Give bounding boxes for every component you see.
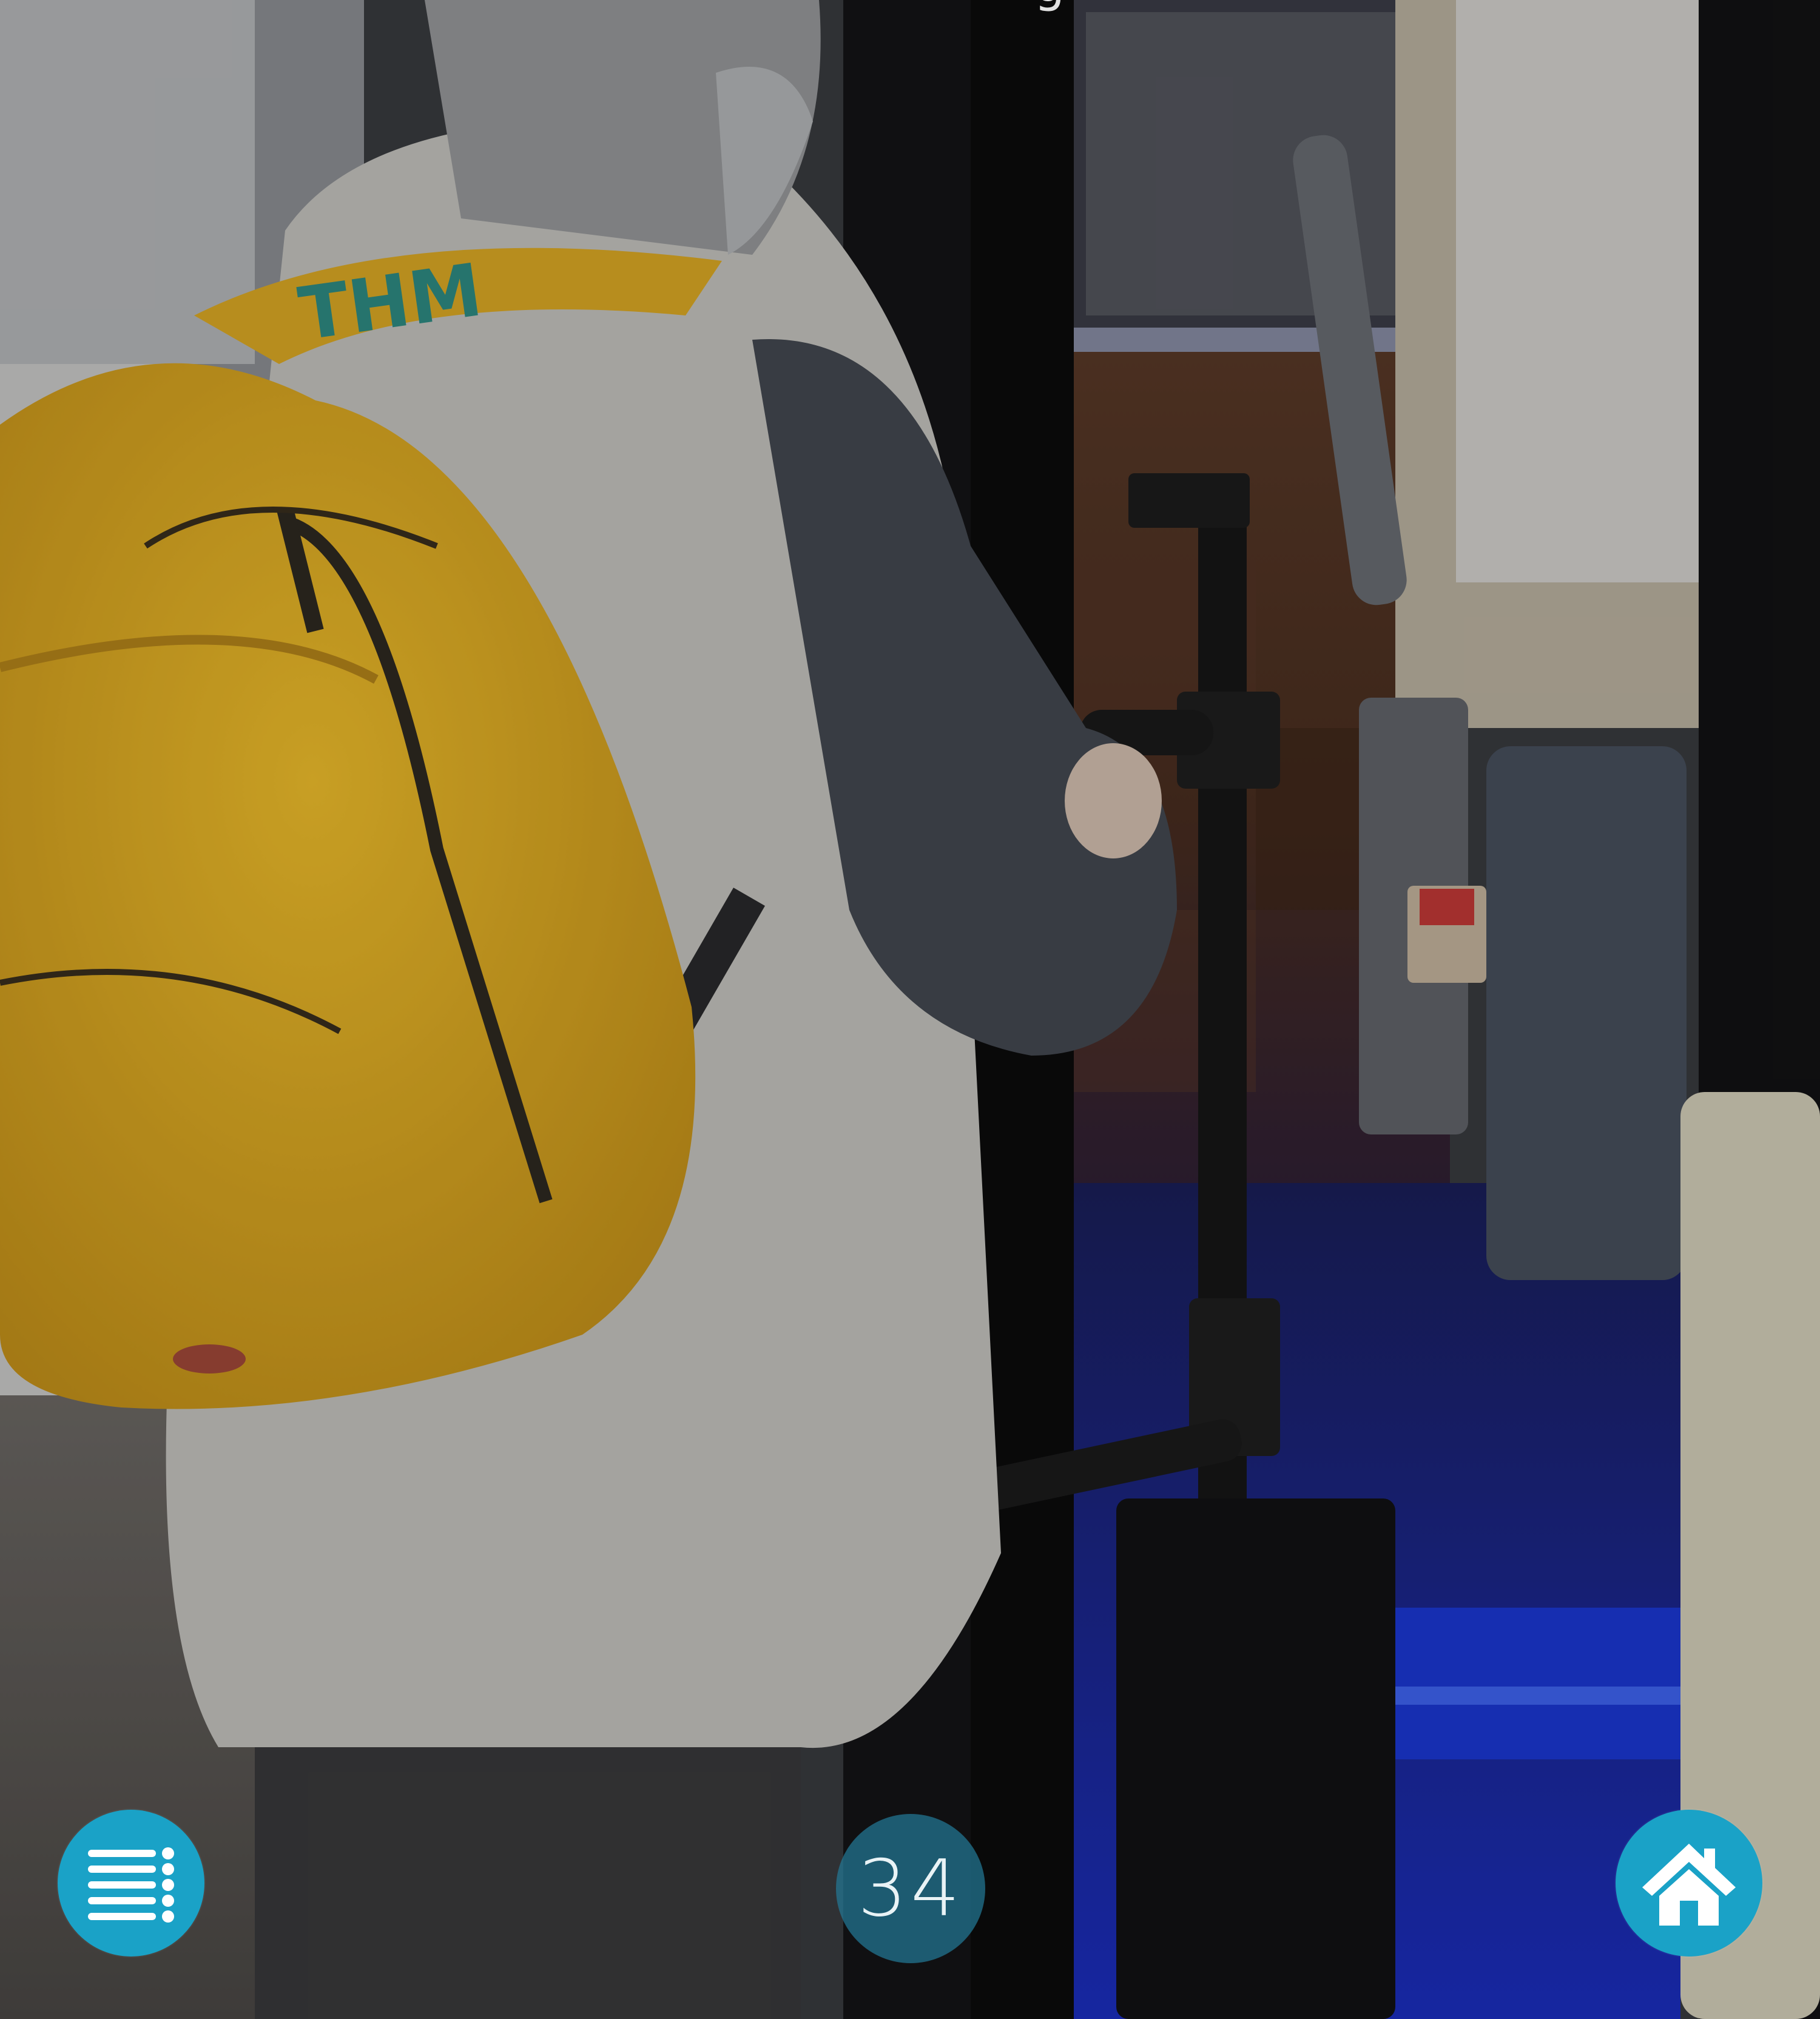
image-dim-overlay [0, 0, 1820, 2019]
page-number: 34 [857, 1843, 964, 1934]
page-title-fragment: g [1001, 0, 1098, 9]
page-number-badge: 34 [836, 1814, 985, 1963]
list-menu-icon [88, 1847, 174, 1923]
home-button[interactable] [1616, 1810, 1762, 1957]
home-icon [1642, 1844, 1736, 1926]
menu-button[interactable] [58, 1810, 204, 1957]
viewer-stage: THM g 34 [0, 0, 1820, 2019]
